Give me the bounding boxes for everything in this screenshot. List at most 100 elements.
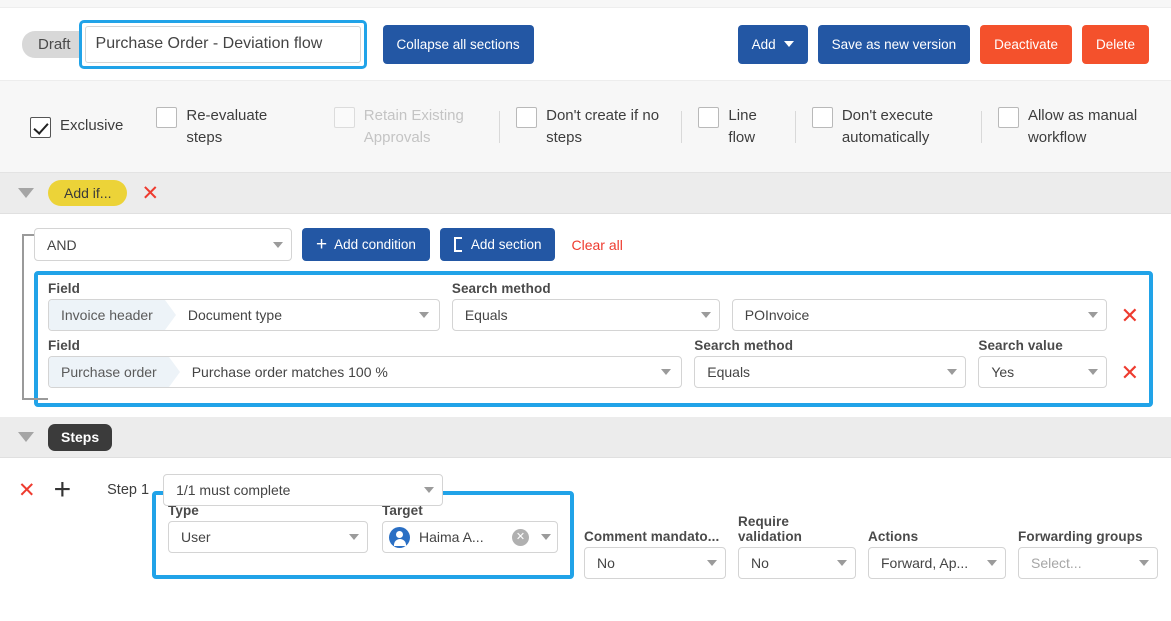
option-exclusive[interactable]: Exclusive (30, 115, 123, 138)
field-entity-tag: Invoice header (49, 300, 165, 330)
search-method-label: Search method (694, 338, 966, 353)
type-select[interactable]: User (168, 521, 368, 553)
condition-row: Field Purchase order Purchase order matc… (38, 338, 1149, 388)
option-label: Don't create if no steps (546, 105, 665, 149)
divider (681, 111, 682, 143)
remove-condition-section-icon[interactable]: ✕ (141, 183, 159, 204)
add-if-pill[interactable]: Add if... (48, 180, 127, 206)
actions-value: Forward, Ap... (881, 555, 979, 571)
search-method-value: Equals (465, 307, 693, 323)
field-value: Document type (165, 307, 413, 323)
add-condition-label: Add condition (334, 237, 416, 252)
type-value: User (181, 529, 341, 545)
steps-pill[interactable]: Steps (48, 424, 112, 451)
divider (499, 111, 500, 143)
chevron-down-icon (987, 560, 997, 566)
chevron-down-icon (424, 487, 434, 493)
bracket-icon (454, 237, 462, 252)
add-button-label: Add (752, 37, 776, 52)
actions-select[interactable]: Forward, Ap... (868, 547, 1006, 579)
option-dont-create-if-no-steps[interactable]: Don't create if no steps (516, 105, 665, 149)
chevron-down-icon (707, 560, 717, 566)
clear-all-link[interactable]: Clear all (571, 237, 622, 253)
chevron-down-icon (1088, 369, 1098, 375)
option-re-evaluate-steps[interactable]: Re-evaluate steps (156, 105, 300, 149)
option-line-flow[interactable]: Line flow (698, 105, 778, 149)
target-select[interactable]: Haima A... ✕ (382, 521, 558, 553)
require-validation-value: No (751, 555, 829, 571)
checkbox-dont-create-if-no-steps[interactable] (516, 107, 537, 128)
collapse-all-sections-button[interactable]: Collapse all sections (383, 25, 534, 64)
chevron-down-icon (273, 242, 283, 248)
condition-row: Field Invoice header Document type Searc… (38, 281, 1149, 331)
chevron-down-icon (661, 369, 671, 375)
option-label: Re-evaluate steps (186, 105, 300, 149)
step-settings-fields: Comment mandato... No Require validation… (584, 514, 1171, 579)
collapse-triangle-icon[interactable] (18, 188, 34, 198)
workflow-options-bar: Exclusive Re-evaluate steps Retain Exist… (0, 80, 1171, 173)
divider (981, 111, 982, 143)
field-label: Field (48, 338, 682, 353)
condition-section-body: AND + Add condition Add section Clear al… (0, 214, 1171, 417)
checkbox-exclusive[interactable] (30, 117, 51, 138)
checkbox-retain-existing-approvals (334, 107, 355, 128)
search-method-select[interactable]: Equals (694, 356, 966, 388)
field-select[interactable]: Invoice header Document type (48, 299, 440, 331)
field-entity-tag: Purchase order (49, 357, 169, 387)
actions-label: Actions (868, 529, 1006, 544)
logical-operator-value: AND (47, 237, 265, 253)
add-section-label: Add section (471, 237, 542, 252)
search-method-select[interactable]: Equals (452, 299, 720, 331)
target-value: Haima A... (419, 529, 512, 545)
add-condition-button[interactable]: + Add condition (302, 228, 430, 261)
save-as-new-version-button[interactable]: Save as new version (818, 25, 971, 64)
chevron-down-icon (837, 560, 847, 566)
search-method-label: Search method (452, 281, 720, 296)
field-select[interactable]: Purchase order Purchase order matches 10… (48, 356, 682, 388)
logical-operator-select[interactable]: AND (34, 228, 292, 261)
add-step-icon[interactable]: + (54, 475, 72, 505)
step-completion-select[interactable]: 1/1 must complete (163, 474, 443, 506)
search-value: POInvoice (745, 307, 1080, 323)
comment-mandatory-value: No (597, 555, 699, 571)
add-button[interactable]: Add (738, 25, 808, 64)
remove-step-icon[interactable]: ✕ (18, 480, 36, 501)
chevron-down-icon (1139, 560, 1149, 566)
comment-mandatory-select[interactable]: No (584, 547, 726, 579)
remove-condition-row-icon[interactable]: ✕ (1121, 362, 1139, 384)
add-section-button[interactable]: Add section (440, 228, 556, 261)
divider (795, 111, 796, 143)
step-number-label: Step 1 (107, 482, 149, 498)
option-label: Retain Existing Approvals (364, 105, 483, 149)
top-strip (0, 0, 1171, 8)
search-value-select[interactable]: Yes (978, 356, 1106, 388)
deactivate-button[interactable]: Deactivate (980, 25, 1072, 64)
require-validation-select[interactable]: No (738, 547, 856, 579)
workflow-title-input[interactable] (85, 26, 361, 63)
field-value: Purchase order matches 100 % (169, 364, 656, 380)
delete-button[interactable]: Delete (1082, 25, 1149, 64)
search-value-select[interactable]: POInvoice (732, 299, 1107, 331)
forwarding-groups-placeholder: Select... (1031, 555, 1131, 571)
condition-section-header: Add if... ✕ (0, 173, 1171, 214)
option-allow-as-manual-workflow[interactable]: Allow as manual workflow (998, 105, 1153, 149)
status-badge: Draft (22, 31, 85, 58)
checkbox-allow-as-manual-workflow[interactable] (998, 107, 1019, 128)
forwarding-groups-select[interactable]: Select... (1018, 547, 1158, 579)
chevron-down-icon (541, 534, 551, 540)
forwarding-groups-label: Forwarding groups (1018, 529, 1158, 544)
remove-condition-row-icon[interactable]: ✕ (1121, 305, 1139, 327)
checkbox-re-evaluate-steps[interactable] (156, 107, 177, 128)
search-method-value: Equals (707, 364, 939, 380)
chevron-down-icon (349, 534, 359, 540)
clear-target-icon[interactable]: ✕ (512, 529, 529, 546)
collapse-triangle-icon[interactable] (18, 432, 34, 442)
option-retain-existing-approvals: Retain Existing Approvals (334, 105, 483, 149)
checkbox-dont-execute-automatically[interactable] (812, 107, 833, 128)
steps-section-body: ✕ + Step 1 1/1 must complete Type User T… (0, 458, 1171, 563)
option-label: Don't execute automatically (842, 105, 965, 149)
chevron-down-icon (947, 369, 957, 375)
option-dont-execute-automatically[interactable]: Don't execute automatically (812, 105, 965, 149)
option-label: Line flow (728, 105, 778, 149)
checkbox-line-flow[interactable] (698, 107, 719, 128)
